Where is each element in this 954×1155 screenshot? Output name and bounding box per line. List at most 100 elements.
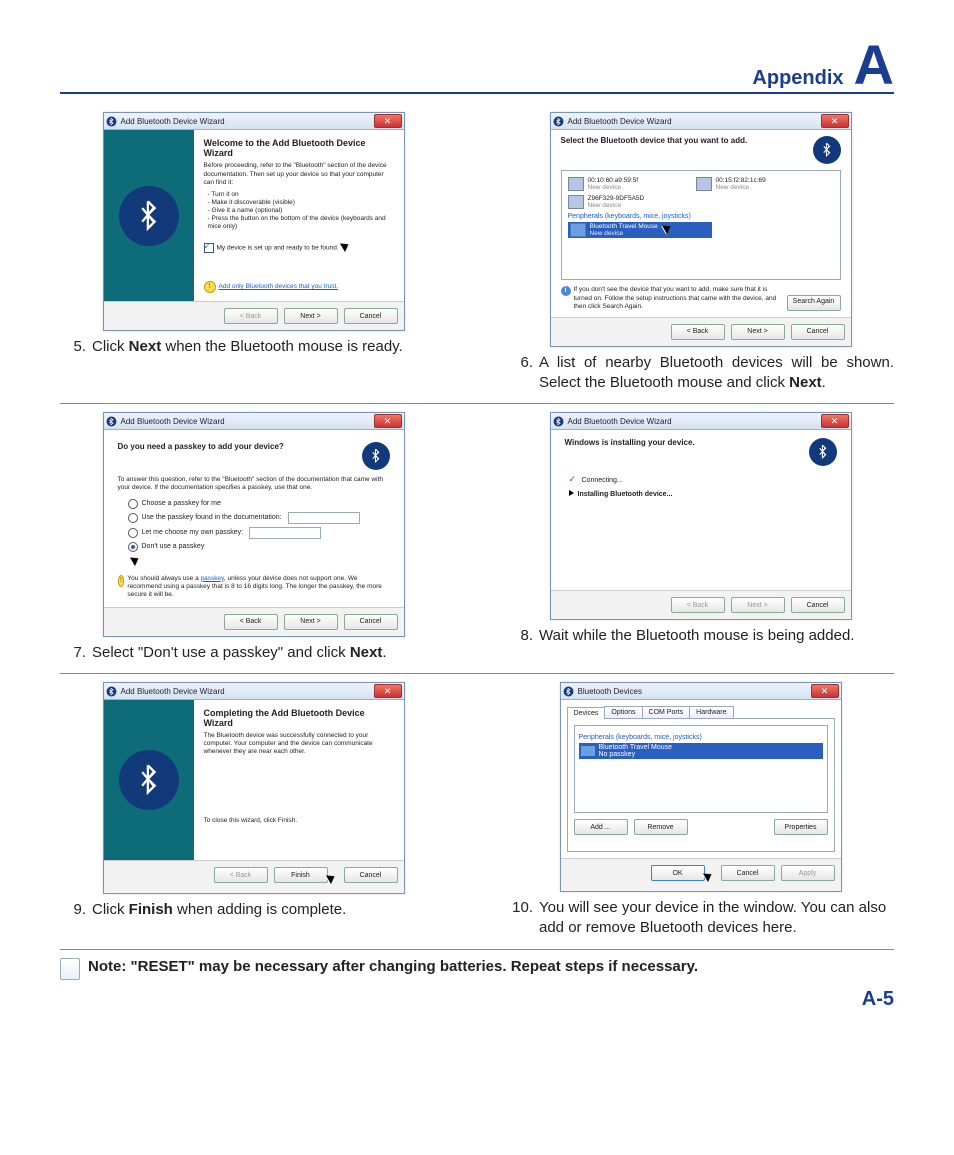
- close-button[interactable]: ✕: [374, 114, 402, 128]
- category-label: Peripherals (keyboards, mice, joysticks): [568, 213, 834, 220]
- close-button[interactable]: ✕: [821, 414, 849, 428]
- tab-hardware[interactable]: Hardware: [689, 706, 733, 718]
- device-icon: [696, 177, 712, 191]
- step-7: Add Bluetooth Device Wizard ✕ Do you nee…: [60, 412, 447, 663]
- progress-line-active: Installing Bluetooth device...: [569, 490, 833, 498]
- window-title: Add Bluetooth Device Wizard: [568, 117, 821, 126]
- back-button[interactable]: < Back: [224, 308, 278, 324]
- back-button[interactable]: < Back: [224, 614, 278, 630]
- next-button[interactable]: Next >: [284, 614, 338, 630]
- passkey-option[interactable]: Use the passkey found in the documentati…: [128, 512, 380, 524]
- warn-row: !Add only Bluetooth devices that you tru…: [204, 281, 394, 293]
- info-row: i If you don't see the device that you w…: [551, 286, 851, 316]
- ok-button[interactable]: OK: [651, 865, 705, 881]
- row-steps-9-10: Add Bluetooth Device Wizard ✕ Completing…: [60, 673, 894, 939]
- close-button[interactable]: ✕: [374, 684, 402, 698]
- passkey-paragraph: To answer this question, refer to the "B…: [118, 476, 390, 492]
- passkey-option[interactable]: Choose a passkey for me: [128, 499, 380, 509]
- right-pane: Welcome to the Add Bluetooth Device Wiza…: [194, 130, 404, 301]
- properties-button[interactable]: Properties: [774, 819, 828, 835]
- tab-devices[interactable]: Devices: [567, 707, 606, 719]
- bluetooth-icon: [106, 416, 117, 427]
- cancel-button[interactable]: Cancel: [344, 308, 398, 324]
- button-row: < Back Finish Cancel: [104, 860, 404, 893]
- warning-icon: !: [204, 281, 216, 293]
- step5-caption: 5. Click Next when the Bluetooth mouse i…: [60, 337, 447, 357]
- device-item[interactable]: 00:15:f2:82:1c:69New device: [696, 177, 816, 191]
- ready-checkbox-row[interactable]: My device is set up and ready to be foun…: [204, 241, 394, 255]
- wizard-window-finish: Add Bluetooth Device Wizard ✕ Completing…: [103, 682, 405, 894]
- add-button[interactable]: Add ...: [574, 819, 628, 835]
- step-8: Add Bluetooth Device Wizard ✕ Windows is…: [507, 412, 894, 663]
- device-item-selected[interactable]: Bluetooth Travel MouseNew device: [568, 222, 712, 238]
- ready-checkbox[interactable]: [204, 243, 214, 253]
- page-number: A-5: [60, 988, 894, 1011]
- close-button[interactable]: ✕: [821, 114, 849, 128]
- next-button[interactable]: Next >: [731, 324, 785, 340]
- passkey-option[interactable]: Let me choose my own passkey:: [128, 527, 380, 539]
- window-title: Bluetooth Devices: [578, 687, 811, 696]
- category-label: Peripherals (keyboards, mice, joysticks): [579, 734, 823, 741]
- button-row: < Back Next > Cancel: [551, 317, 851, 346]
- device-icon: [568, 177, 584, 191]
- cursor-icon: [132, 555, 142, 569]
- step6-caption: 6. A list of nearby Bluetooth devices wi…: [507, 353, 894, 394]
- bluetooth-icon: [563, 686, 574, 697]
- wizard-body: Completing the Add Bluetooth Device Wiza…: [104, 700, 404, 860]
- page: Appendix A Add Bluetooth Device Wizard ✕: [0, 0, 954, 1041]
- finish-button[interactable]: Finish: [274, 867, 328, 883]
- tab-options[interactable]: Options: [604, 706, 642, 718]
- cursor-icon: [328, 873, 338, 887]
- cancel-button[interactable]: Cancel: [721, 865, 775, 881]
- passkey-input[interactable]: [288, 512, 360, 524]
- note-text: Note: "RESET" may be necessary after cha…: [88, 958, 698, 975]
- wizard-body: Select the Bluetooth device that you wan…: [551, 130, 851, 316]
- passkey-option-selected[interactable]: Don't use a passkey: [128, 542, 380, 552]
- bluetooth-icon: [106, 116, 117, 127]
- cursor-icon: [342, 241, 352, 255]
- bluetooth-devices-window: Bluetooth Devices ✕ Devices Options COM …: [560, 682, 842, 892]
- window-title: Add Bluetooth Device Wizard: [121, 687, 374, 696]
- close-button[interactable]: ✕: [811, 684, 839, 698]
- tab-comports[interactable]: COM Ports: [642, 706, 691, 718]
- back-button[interactable]: < Back: [671, 324, 725, 340]
- appendix-letter: A: [854, 40, 894, 90]
- device-buttons: Add ... Remove Properties: [574, 819, 828, 835]
- wizard-window-passkey: Add Bluetooth Device Wizard ✕ Do you nee…: [103, 412, 405, 637]
- device-item[interactable]: Z96F329-9DF5A5DNew device: [568, 195, 688, 209]
- page-header: Appendix A: [60, 40, 894, 94]
- close-button[interactable]: ✕: [374, 414, 402, 428]
- passkey-heading: Do you need a passkey to add your device…: [118, 438, 390, 472]
- warning-icon: !: [118, 575, 125, 587]
- passkey-warn: ! You should always use a passkey, unles…: [118, 575, 390, 599]
- bluetooth-badge-icon: [813, 136, 841, 164]
- cancel-button[interactable]: Cancel: [344, 614, 398, 630]
- titlebar: Add Bluetooth Device Wizard ✕: [104, 683, 404, 700]
- device-item[interactable]: 00:10:60:a9:59:5fNew device: [568, 177, 688, 191]
- info-icon: i: [561, 286, 571, 296]
- wizard-paragraph: The Bluetooth device was successfully co…: [204, 732, 394, 756]
- note-icon: [60, 958, 80, 980]
- row-steps-5-6: Add Bluetooth Device Wizard ✕ Welcome to…: [60, 112, 894, 393]
- titlebar: Add Bluetooth Device Wizard ✕: [104, 113, 404, 130]
- wizard-heading: Completing the Add Bluetooth Device Wiza…: [204, 708, 394, 728]
- cancel-button[interactable]: Cancel: [344, 867, 398, 883]
- bluetooth-logo: [119, 186, 179, 246]
- apply-button: Apply: [781, 865, 835, 881]
- button-row: < Back Next > Cancel: [104, 301, 404, 330]
- mouse-icon: [581, 746, 595, 756]
- bluetooth-icon: [553, 116, 564, 127]
- remove-button[interactable]: Remove: [634, 819, 688, 835]
- cancel-button[interactable]: Cancel: [791, 324, 845, 340]
- footer-buttons: OK Cancel Apply: [561, 858, 841, 891]
- wizard-window-welcome: Add Bluetooth Device Wizard ✕ Welcome to…: [103, 112, 405, 331]
- passkey-input[interactable]: [249, 527, 321, 539]
- step10-caption: 10. You will see your device in the wind…: [507, 898, 894, 939]
- device-item-selected[interactable]: Bluetooth Travel MouseNo passkey: [579, 743, 823, 759]
- step-5: Add Bluetooth Device Wizard ✕ Welcome to…: [60, 112, 447, 393]
- wizard-paragraph: Before proceeding, refer to the "Bluetoo…: [204, 162, 394, 186]
- cancel-button[interactable]: Cancel: [791, 597, 845, 613]
- side-panel: [104, 700, 194, 860]
- next-button[interactable]: Next >: [284, 308, 338, 324]
- search-again-button[interactable]: Search Again: [787, 295, 841, 311]
